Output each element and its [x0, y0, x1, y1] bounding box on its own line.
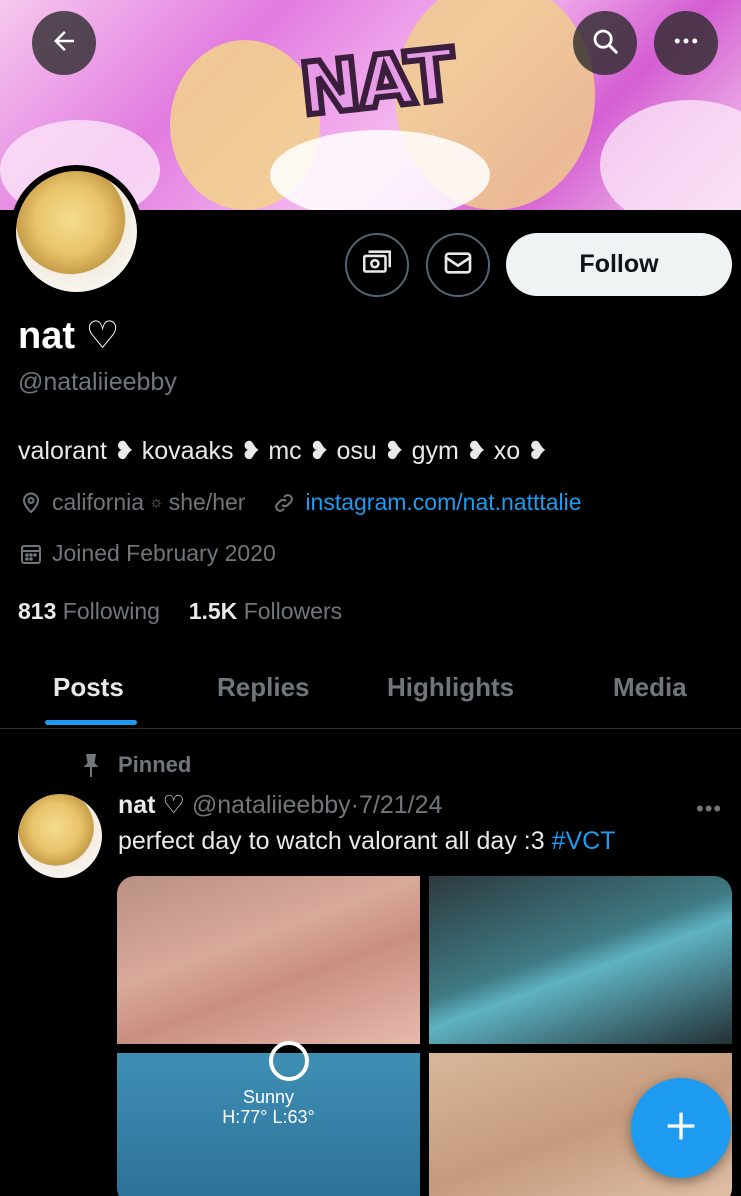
weather-sun-icon	[269, 1041, 309, 1081]
followers-link[interactable]: 1.5K Followers	[189, 598, 342, 624]
active-tab-indicator	[45, 720, 137, 725]
link-icon	[271, 490, 297, 516]
following-count: 813	[18, 598, 57, 624]
more-options-button[interactable]	[654, 11, 718, 75]
profile-avatar[interactable]	[10, 165, 143, 298]
compose-post-button[interactable]	[631, 1078, 731, 1178]
follow-stats: 813 Following 1.5K Followers	[18, 598, 342, 625]
pinned-label: Pinned	[118, 752, 192, 777]
more-horizontal-icon	[671, 26, 701, 61]
banner-art	[270, 130, 490, 210]
post-body: perfect day to watch valorant all day :3	[118, 827, 552, 855]
followers-count: 1.5K	[188, 598, 238, 624]
post-avatar[interactable]	[18, 794, 102, 878]
following-label: Following	[62, 598, 160, 624]
post-hashtag[interactable]: #VCT	[552, 827, 616, 855]
weather-widget: Sunny H:77° L:63°	[117, 1041, 420, 1127]
following-link[interactable]: 813 Following	[18, 598, 160, 624]
joined-row: Joined February 2020	[18, 540, 276, 567]
post-date[interactable]: 7/21/24	[359, 791, 442, 819]
tab-posts[interactable]: Posts	[53, 645, 124, 729]
post-text: perfect day to watch valorant all day :3…	[118, 827, 615, 856]
money-icon	[360, 246, 394, 285]
tab-replies[interactable]: Replies	[217, 645, 310, 729]
back-button[interactable]	[32, 11, 96, 75]
arrow-left-icon	[49, 26, 79, 61]
post-more-button[interactable]: •••	[696, 796, 722, 822]
profile-tabs: Posts Replies Highlights Media	[0, 645, 741, 729]
calendar-icon	[18, 541, 44, 567]
profile-website-link[interactable]: instagram.com/nat.natttalie	[305, 489, 581, 516]
post-author-name[interactable]: nat ♡	[118, 791, 185, 819]
display-name: nat ♡	[18, 315, 120, 357]
search-button[interactable]	[573, 11, 637, 75]
plus-icon	[661, 1106, 701, 1151]
joined-date: Joined February 2020	[52, 540, 276, 566]
post-author-handle[interactable]: @nataliieebby	[192, 791, 351, 819]
banner-title: NAT	[293, 29, 460, 135]
profile-handle: @nataliieebby	[18, 368, 177, 396]
post-image-3[interactable]: Sunny H:77° L:63°	[117, 1041, 420, 1196]
post-header: nat ♡ @nataliieebby·7/21/24	[118, 790, 442, 820]
location-pin-icon	[18, 490, 44, 516]
banner-art	[600, 100, 741, 210]
message-button[interactable]	[426, 233, 490, 297]
profile-location: california	[52, 489, 145, 515]
subscribe-button[interactable]	[345, 233, 409, 297]
sun-separator: ☼	[149, 493, 164, 511]
pin-icon	[80, 752, 102, 778]
post-date-separator: ·	[350, 791, 359, 819]
weather-range: H:77° L:63°	[222, 1107, 315, 1127]
profile-meta: california ☼ she/her instagram.com/nat.n…	[18, 489, 582, 516]
profile-bio: valorant ❥ kovaaks ❥ mc ❥ osu ❥ gym ❥ xo…	[18, 437, 549, 465]
tab-media[interactable]: Media	[613, 645, 687, 729]
avatar-image	[16, 171, 137, 292]
tab-highlights[interactable]: Highlights	[387, 645, 514, 729]
pinned-indicator: Pinned	[80, 752, 191, 778]
weather-condition: Sunny	[242, 1087, 295, 1107]
follow-button[interactable]: Follow	[506, 233, 732, 296]
envelope-icon	[442, 247, 474, 284]
search-icon	[590, 26, 620, 61]
profile-pronouns: she/her	[168, 489, 246, 515]
post-image-2[interactable]	[429, 876, 732, 1044]
post-image-1[interactable]	[117, 876, 420, 1044]
followers-label: Followers	[243, 598, 343, 624]
